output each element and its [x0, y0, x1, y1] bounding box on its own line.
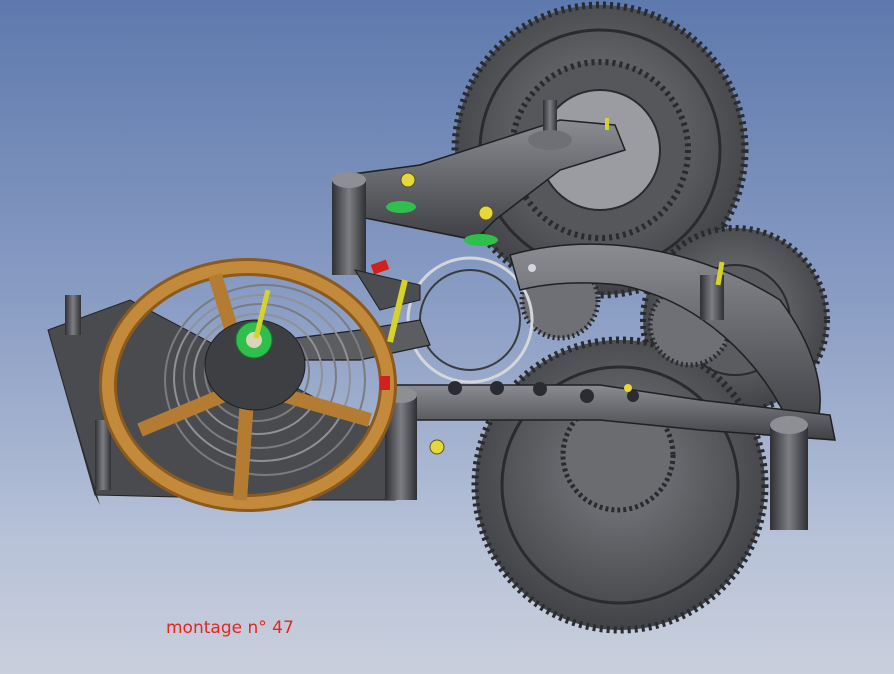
mechanism-3d-view: [47, 1, 836, 634]
assembly-caption: montage n° 47: [166, 618, 294, 638]
cad-viewport[interactable]: montage n° 47: [0, 0, 894, 674]
escape-wheel: [406, 256, 534, 384]
